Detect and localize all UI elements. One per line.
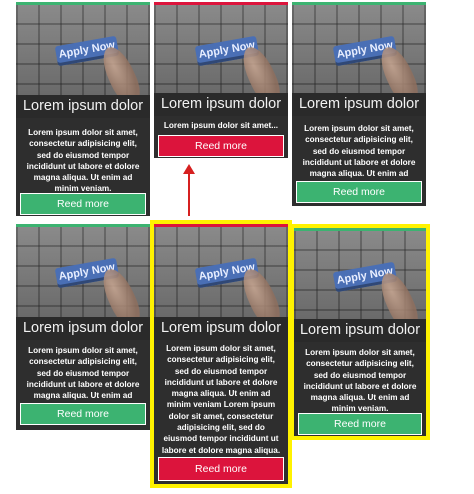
read-more-button[interactable]: Reed more (20, 403, 146, 425)
read-more-button[interactable]: Reed more (20, 193, 146, 215)
card-title: Lorem ipsum dolor (154, 93, 288, 116)
card-image: Apply Now (154, 227, 288, 317)
card-text: Lorem ipsum dolor sit amet, consectetur … (161, 344, 281, 466)
read-more-button[interactable]: Reed more (158, 457, 284, 481)
card-3: Apply Now Lorem ipsum dolor Lorem ipsum … (292, 2, 426, 206)
read-more-button[interactable]: Reed more (298, 413, 422, 435)
card-2: Apply Now Lorem ipsum dolor Lorem ipsum … (154, 2, 288, 158)
card-image: Apply Now (292, 5, 426, 93)
card-text: Lorem ipsum dolor sit amet, consectetur … (303, 348, 417, 414)
read-more-button[interactable]: Reed more (158, 135, 284, 157)
arrow-line (188, 172, 190, 216)
card-image: Apply Now (154, 5, 288, 93)
card-image: Apply Now (16, 227, 150, 317)
card-1: Apply Now Lorem ipsum dolor Lorem ipsum … (16, 2, 150, 216)
read-more-button[interactable]: Reed more (296, 181, 422, 203)
card-5: Apply Now Lorem ipsum dolor Lorem ipsum … (154, 224, 288, 484)
card-6: Apply Now Lorem ipsum dolor Lorem ipsum … (294, 228, 426, 436)
card-title: Lorem ipsum dolor (154, 317, 288, 340)
card-text: Lorem ipsum dolor sit amet, consectetur … (26, 128, 140, 194)
card-title: Lorem ipsum dolor (294, 319, 426, 342)
card-4: Apply Now Lorem ipsum dolor Lorem ipsum … (16, 224, 150, 430)
card-image: Apply Now (16, 5, 150, 95)
card-title: Lorem ipsum dolor (16, 317, 150, 340)
card-title: Lorem ipsum dolor (292, 93, 426, 116)
card-image: Apply Now (294, 231, 426, 319)
card-title: Lorem ipsum dolor (16, 95, 150, 118)
card-text: Lorem ipsum dolor sit amet... (163, 121, 279, 130)
